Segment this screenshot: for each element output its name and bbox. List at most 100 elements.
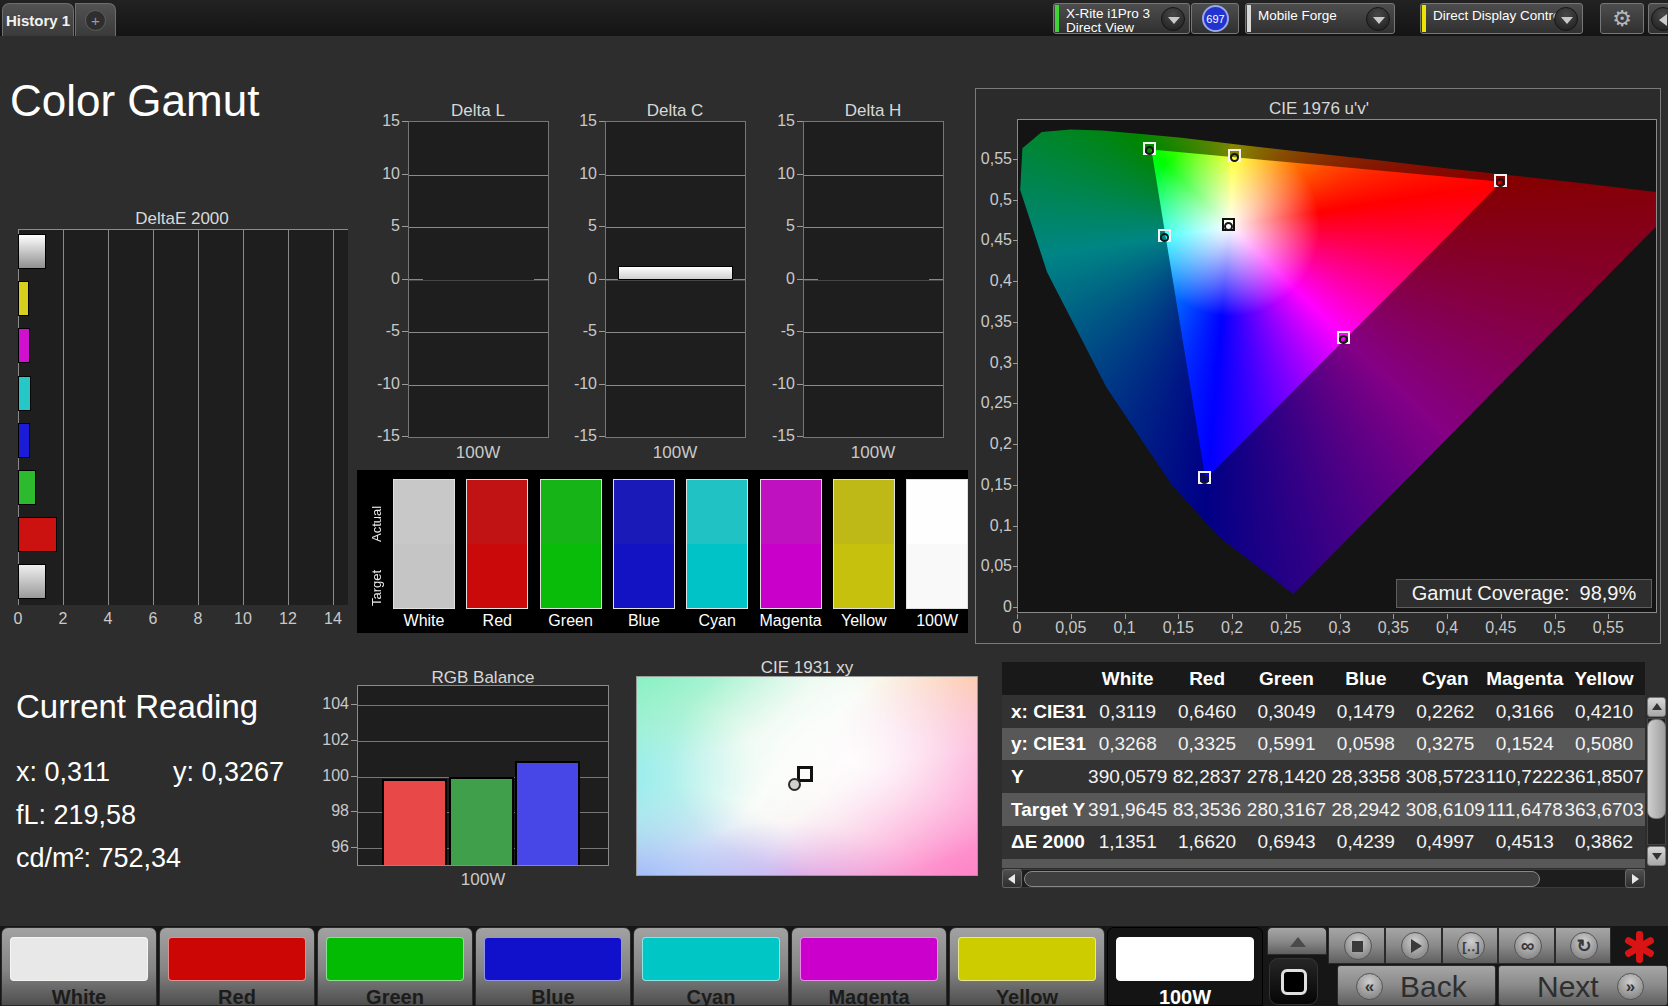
cell: 5,3288 [1326, 859, 1405, 869]
source-accent [1247, 5, 1251, 32]
pattern-window-button[interactable] [1269, 958, 1318, 1005]
col-header-cyan: Cyan [1406, 662, 1485, 695]
marker-circle-red [1496, 178, 1505, 187]
swatch-label: Red [466, 612, 528, 630]
swatch-blue [613, 479, 675, 609]
loop-button[interactable]: ∞ [1498, 927, 1555, 964]
cell: 0,3268 [1088, 728, 1167, 761]
delta_l-plot [408, 121, 549, 438]
table-vscroll-up[interactable] [1647, 697, 1666, 717]
swatch-yellow [833, 479, 895, 609]
row-label: y: CIE31 [1002, 728, 1088, 761]
cell: 28,2942 [1326, 793, 1405, 826]
patch-button-green[interactable]: Green [317, 927, 473, 1006]
cell: 0,4997 [1406, 826, 1485, 859]
refresh-button[interactable]: ↻ [1555, 927, 1611, 964]
collapse-panel-button[interactable] [1648, 3, 1668, 34]
patch-button-yellow[interactable]: Yellow [949, 927, 1105, 1006]
cie1976-ytick: 0,5 [976, 191, 1012, 209]
patch-button-100w[interactable]: 100W [1107, 927, 1263, 1006]
arrow-up-icon [1652, 703, 1662, 710]
delta_h-xlabel: 100W [851, 443, 895, 463]
settings-button[interactable]: ⚙ [1600, 3, 1644, 34]
delta_c-ytick: -10 [563, 375, 597, 393]
swatch-target [614, 544, 674, 608]
deltae-bar-magenta [18, 328, 30, 363]
meter-accent [1055, 5, 1059, 32]
next-button[interactable]: Next» [1498, 965, 1668, 1006]
target-row-label: Target [369, 548, 384, 606]
patch-swatch [484, 937, 622, 981]
pattern-button-icon: [‥] [1457, 932, 1485, 960]
cell: 0,3275 [1406, 728, 1485, 761]
cie1976-xtick: 0,25 [1270, 619, 1301, 637]
patch-button-blue[interactable]: Blue [475, 927, 631, 1006]
cell: 111,6478 [1485, 793, 1564, 826]
patch-button-white[interactable]: White [1, 927, 157, 1006]
chevron-left-icon [1651, 7, 1668, 31]
cie1976-xtick: 0,4 [1436, 619, 1458, 637]
delta_c-ytick: 15 [563, 112, 597, 130]
deltae2000-plot [18, 229, 348, 605]
play-button[interactable] [1385, 927, 1442, 964]
source-dropdown[interactable]: Mobile Forge [1245, 3, 1395, 34]
delta_c-ytick: 5 [563, 217, 597, 235]
back-button[interactable]: «Back [1337, 965, 1496, 1006]
tab-history-1[interactable]: History 1 [2, 3, 74, 36]
swatch-label: Green [540, 612, 602, 630]
swatch-target [761, 544, 821, 608]
delta_h-ytick: -10 [761, 375, 795, 393]
swatch-label: Magenta [760, 612, 822, 630]
table-vscroll-thumb[interactable] [1647, 719, 1666, 819]
table-hscroll-right[interactable] [1625, 869, 1645, 888]
delta_c-xlabel: 100W [653, 443, 697, 463]
patch-swatch [642, 937, 780, 981]
delta_l-ytick: 0 [366, 270, 400, 288]
chevron-down-icon [1366, 7, 1390, 31]
patch-button-cyan[interactable]: Cyan [633, 927, 789, 1006]
row-label: x: CIE31 [1002, 695, 1088, 728]
cie1976-ytick: 0,45 [976, 231, 1012, 249]
pattern-button[interactable]: [‥] [1442, 927, 1498, 964]
swatch-magenta [760, 479, 822, 609]
cell: 0,3325 [1167, 728, 1246, 761]
patch-swatch [10, 937, 148, 981]
patch-button-magenta[interactable]: Magenta [791, 927, 947, 1006]
patch-button-red[interactable]: Red [159, 927, 315, 1006]
deltae-bar-red [18, 517, 57, 552]
delta_c-plot [605, 121, 746, 438]
loop-button-icon: ∞ [1514, 932, 1542, 960]
cie1976-xtick: 0 [1013, 619, 1022, 637]
cie1976-xtick: 0,35 [1378, 619, 1409, 637]
col-header-blue: Blue [1326, 662, 1405, 695]
stop-button[interactable] [1328, 927, 1385, 964]
delta_c-ytick: 10 [563, 165, 597, 183]
new-tab-button[interactable]: + [75, 3, 116, 36]
table-hscroll-thumb[interactable] [1024, 871, 1540, 887]
chevron-down-icon [1554, 7, 1578, 31]
patch-label: Yellow [950, 986, 1104, 1006]
meter-dropdown[interactable]: X-Rite i1Pro 3Direct View [1053, 3, 1190, 34]
delta_l-ytick: 5 [366, 217, 400, 235]
delta_l-title: Delta L [451, 101, 505, 121]
actual-row-label: Actual [369, 484, 384, 542]
gear-icon: ⚙ [1612, 6, 1632, 32]
patch-swatch [168, 937, 306, 981]
rgb-ytick: 104 [309, 695, 349, 713]
table-row: Target Y391,964583,3536280,316728,294230… [1002, 793, 1645, 826]
deltae2000-xtick: 4 [104, 610, 113, 628]
top-bar: History 1+X-Rite i1Pro 3Direct View697Mo… [0, 0, 1668, 36]
scroll-patches-up-button[interactable] [1267, 927, 1327, 955]
cie1976-ytick: 0,4 [976, 272, 1012, 290]
source-name: Mobile Forge [1258, 8, 1337, 23]
swatch-label: 100W [906, 612, 968, 630]
delta_h-ytick: 0 [761, 270, 795, 288]
col-header-red: Red [1167, 662, 1246, 695]
table-vscroll-down[interactable] [1647, 846, 1666, 866]
table-hscroll-left[interactable] [1002, 869, 1022, 888]
cie1976-ytick: 0,3 [976, 354, 1012, 372]
display-control-dropdown[interactable]: Direct Display Control [1420, 3, 1583, 34]
cell: 2,4001 [1247, 859, 1326, 869]
cie1976-xtick: 0,2 [1221, 619, 1243, 637]
marker-circle-green [1145, 146, 1154, 155]
